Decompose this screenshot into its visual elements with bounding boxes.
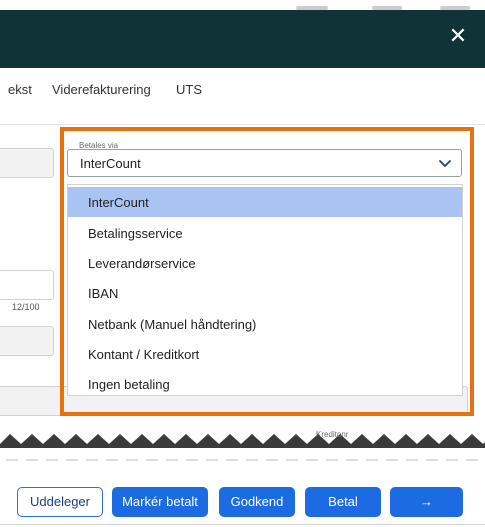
option-netbank[interactable]: Netbank (Manuel håndtering) [68, 309, 462, 339]
tab-divider [0, 124, 485, 125]
option-label: Ingen betaling [88, 377, 170, 392]
option-leverandorservice[interactable]: Leverandørservice [68, 248, 462, 278]
option-label: IBAN [88, 286, 119, 301]
option-intercount[interactable]: InterCount [68, 187, 462, 217]
kreditor-label: Kreditonr [316, 430, 349, 439]
option-label: Netbank (Manuel håndtering) [88, 317, 257, 332]
uddeleger-button[interactable]: Uddeleger [17, 487, 103, 517]
next-arrow-button[interactable]: → [390, 487, 463, 517]
tab-uts[interactable]: UTS [176, 82, 202, 97]
chevron-down-icon [439, 160, 451, 167]
option-ingen-betaling[interactable]: Ingen betaling [68, 369, 462, 399]
left-text-input[interactable] [0, 270, 54, 300]
option-label: Betalingsservice [88, 226, 183, 241]
bottom-rule [0, 524, 485, 525]
left-field-box[interactable] [0, 148, 54, 178]
option-iban[interactable]: IBAN [68, 278, 462, 308]
payment-method-value: InterCount [80, 156, 141, 171]
option-label: Kontant / Kreditkort [88, 347, 200, 362]
approve-button[interactable]: Godkend [219, 487, 295, 517]
option-kontant-kreditkort[interactable]: Kontant / Kreditkort [68, 339, 462, 369]
torn-edge [0, 434, 485, 461]
option-betalingsservice[interactable]: Betalingsservice [68, 218, 462, 248]
left-field-box-2[interactable] [0, 326, 54, 356]
top-strip [0, 0, 485, 10]
option-label: Leverandørservice [88, 256, 196, 271]
tab-viderefakturering[interactable]: Viderefakturering [52, 82, 151, 97]
payment-method-dropdown: InterCount Betalingsservice Leverandørse… [67, 184, 463, 396]
pay-button[interactable]: Betal [305, 487, 381, 517]
mark-paid-button[interactable]: Markér betalt [112, 487, 208, 517]
char-counter: 12/100 [12, 302, 40, 312]
tab-tekst[interactable]: ekst [8, 82, 32, 97]
modal-header: ✕ [0, 10, 485, 68]
close-icon[interactable]: ✕ [445, 24, 471, 50]
payment-method-select[interactable]: InterCount [67, 149, 462, 177]
option-label: InterCount [88, 195, 149, 210]
